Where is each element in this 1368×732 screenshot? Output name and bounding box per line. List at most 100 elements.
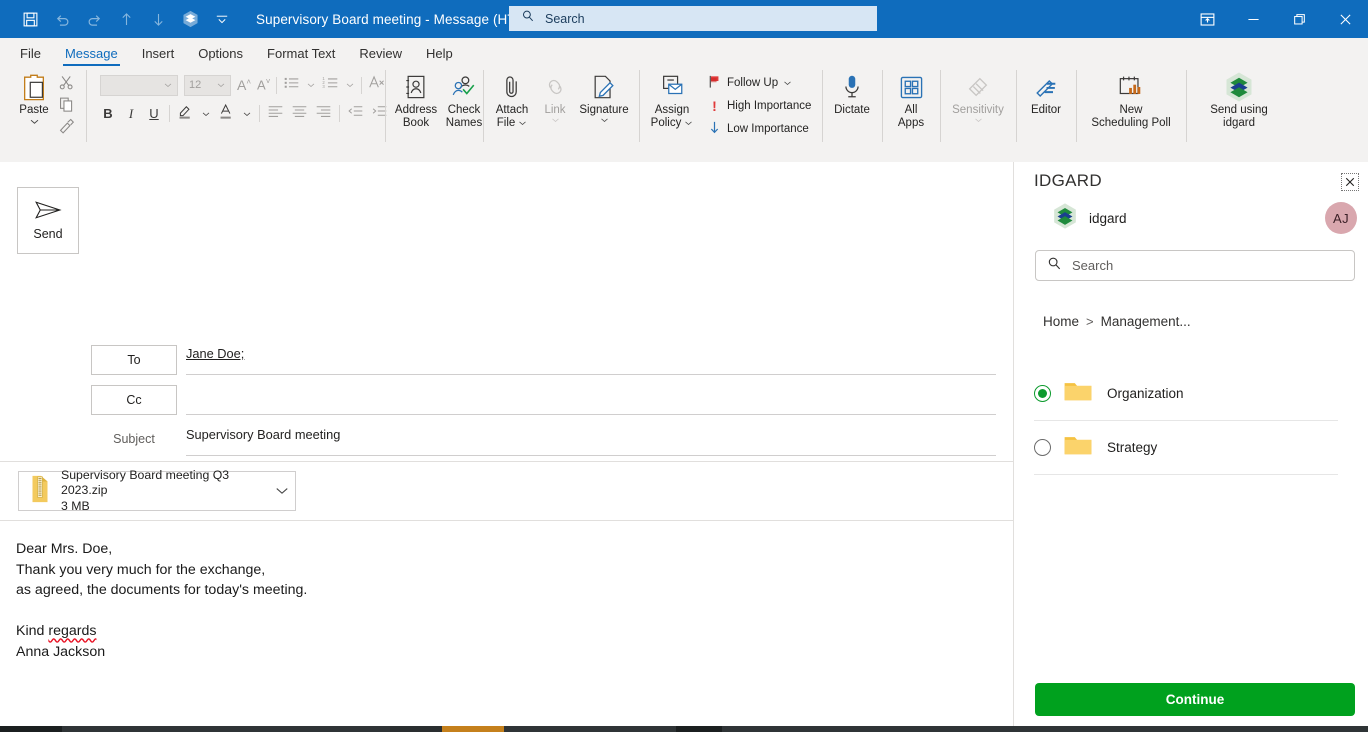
font-color-chevron-down-icon[interactable]	[242, 111, 252, 117]
ribbon-tab-options[interactable]: Options	[186, 45, 255, 66]
bold-button[interactable]: B	[100, 106, 116, 121]
folder-name: Organization	[1107, 386, 1184, 401]
shrink-font-icon[interactable]: A˅	[257, 77, 270, 92]
numbering-chevron-down-icon[interactable]	[345, 82, 355, 88]
paste-chevron-down-icon[interactable]	[29, 116, 40, 129]
breadcrumb-item-management[interactable]: Management...	[1101, 314, 1191, 329]
folder-radio-organization[interactable]	[1034, 385, 1051, 402]
redo-icon[interactable]	[78, 4, 110, 34]
signature-button[interactable]: Signature	[575, 66, 633, 123]
copy-icon[interactable]	[58, 94, 75, 114]
all-apps-button[interactable]: All Apps	[889, 66, 933, 130]
decrease-indent-icon[interactable]	[347, 104, 364, 123]
check-names-icon	[451, 70, 477, 104]
subject-label: Subject	[113, 432, 155, 446]
follow-up-button[interactable]: Follow Up	[703, 72, 815, 94]
align-left-icon[interactable]	[267, 104, 284, 123]
window-controls	[1184, 0, 1368, 38]
outlook-compose-window: Supervisory Board meeting - Message (HTM…	[0, 0, 1368, 732]
dictate-button[interactable]: Dictate	[828, 66, 876, 117]
undo-icon[interactable]	[46, 4, 78, 34]
format-painter-icon[interactable]	[58, 116, 75, 136]
avatar[interactable]: AJ	[1325, 202, 1357, 234]
cc-button[interactable]: Cc	[91, 385, 177, 415]
close-icon[interactable]	[1341, 173, 1359, 191]
folder-radio-strategy[interactable]	[1034, 439, 1051, 456]
attach-file-icon	[501, 70, 523, 104]
search-box[interactable]: Search	[509, 6, 877, 31]
underline-button[interactable]: U	[146, 106, 162, 121]
restore-icon[interactable]	[1276, 0, 1322, 38]
chevron-down-icon[interactable]	[275, 482, 289, 500]
align-right-icon[interactable]	[315, 104, 332, 123]
minimize-icon[interactable]	[1230, 0, 1276, 38]
send-using-idgard-button[interactable]: Send using idgard	[1192, 66, 1286, 130]
ribbon-tab-message[interactable]: Message	[53, 45, 130, 66]
send-using-idgard-label-1: Send using	[1210, 104, 1268, 116]
font-size-combobox[interactable]: 12	[184, 74, 231, 96]
editor-button[interactable]: Editor	[1023, 66, 1069, 117]
breadcrumb-item-home[interactable]: Home	[1043, 314, 1079, 329]
high-importance-button[interactable]: ! High Importance	[703, 95, 815, 117]
divider	[276, 76, 278, 94]
next-item-icon[interactable]	[142, 4, 174, 34]
assign-policy-icon	[659, 70, 685, 104]
cc-label: Cc	[126, 393, 142, 407]
ribbon-tab-format-text[interactable]: Format Text	[255, 45, 347, 66]
to-button[interactable]: To	[91, 345, 177, 375]
check-names-button[interactable]: Check Names	[441, 66, 487, 130]
continue-button[interactable]: Continue	[1035, 683, 1355, 716]
bullets-icon[interactable]	[283, 75, 300, 95]
taskbar-strip	[0, 726, 1368, 732]
all-apps-label-1: All	[904, 104, 918, 116]
body-line: as agreed, the documents for today's mee…	[16, 582, 308, 599]
ribbon-tab-insert[interactable]: Insert	[130, 45, 187, 66]
numbering-icon[interactable]: 1 2 3	[322, 75, 339, 95]
close-icon[interactable]	[1322, 0, 1368, 38]
assign-policy-button[interactable]: Assign Policy	[645, 66, 699, 130]
cc-field[interactable]	[186, 385, 996, 415]
ribbon-tab-file[interactable]: File	[8, 45, 53, 66]
attachment-chip[interactable]: Supervisory Board meeting Q3 2023.zip 3 …	[18, 468, 296, 513]
previous-item-icon[interactable]	[110, 4, 142, 34]
cut-icon[interactable]	[58, 72, 75, 92]
ribbon-tab-help[interactable]: Help	[414, 45, 465, 66]
panel-search-input[interactable]: Search	[1035, 250, 1355, 281]
list-item[interactable]: Strategy	[1034, 421, 1338, 475]
list-item[interactable]: Organization	[1034, 367, 1338, 421]
bullets-chevron-down-icon[interactable]	[306, 82, 316, 88]
new-scheduling-poll-button[interactable]: New Scheduling Poll	[1082, 66, 1180, 130]
save-icon[interactable]	[14, 4, 46, 34]
text-highlight-color-icon[interactable]	[177, 102, 194, 125]
font-name-combobox[interactable]	[100, 74, 178, 96]
check-names-label-2: Names	[445, 116, 483, 129]
attach-file-button[interactable]: Attach File	[489, 66, 535, 130]
breadcrumb: Home > Management...	[1043, 314, 1191, 329]
ribbon-group-apps: All Apps	[882, 66, 940, 144]
highlight-chevron-down-icon[interactable]	[201, 111, 211, 117]
grow-font-icon[interactable]: A˄	[237, 77, 251, 93]
address-book-button[interactable]: Address Book	[391, 66, 441, 130]
divider	[169, 105, 170, 122]
to-field[interactable]: Jane Doe;	[186, 345, 996, 375]
idgard-icon[interactable]	[174, 4, 206, 34]
send-button[interactable]: Send	[17, 187, 79, 254]
message-body[interactable]: Dear Mrs. Doe, Thank you very much for t…	[0, 521, 1013, 732]
align-center-icon[interactable]	[291, 104, 308, 123]
customize-quick-access-toolbar-icon[interactable]	[206, 4, 238, 34]
to-label: To	[127, 353, 141, 367]
font-color-icon[interactable]	[218, 102, 235, 125]
ribbon-group-idgard: Send using idgard	[1186, 66, 1292, 144]
chevron-right-icon: >	[1086, 314, 1094, 329]
paste-button[interactable]: Paste	[12, 66, 56, 129]
low-importance-button[interactable]: Low Importance	[703, 118, 815, 140]
folder-list: Organization Strategy	[1034, 367, 1338, 475]
ribbon-tab-review[interactable]: Review	[347, 45, 414, 66]
subject-field[interactable]: Supervisory Board meeting	[186, 426, 996, 456]
italic-button[interactable]: I	[123, 106, 139, 122]
idgard-panel: IDGARD idgard AJ Search Home > Managemen…	[1013, 162, 1368, 732]
ribbon-display-options-icon[interactable]	[1184, 0, 1230, 38]
assign-policy-chevron-down-icon	[685, 121, 693, 126]
ribbon: Paste 12 A˄ A˅ 1 2 3 B I U Address Book …	[0, 66, 1368, 228]
misspelled-word: regards	[48, 623, 97, 640]
